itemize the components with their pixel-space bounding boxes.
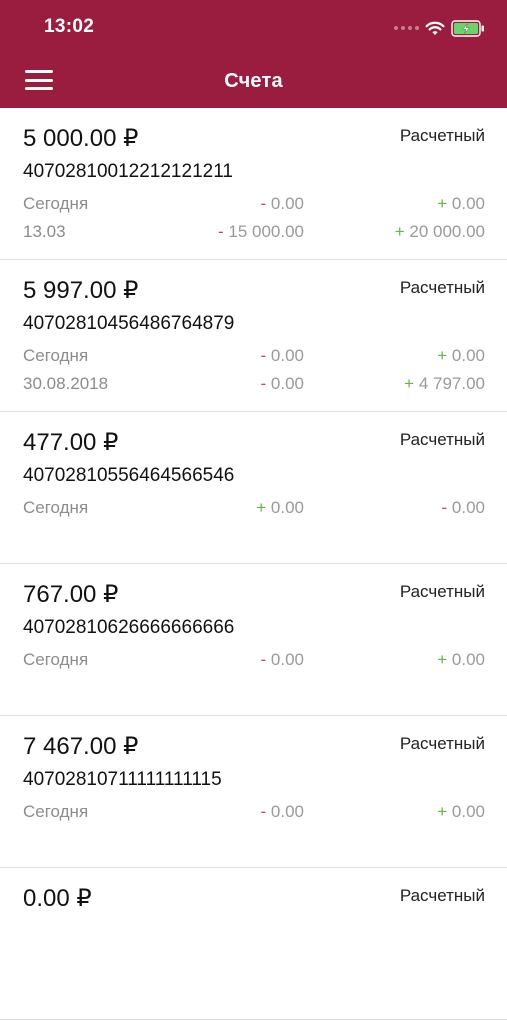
account-number: 40702810012212121211 xyxy=(23,161,233,182)
account-card[interactable]: 767.00 ₽ Расчетный 40702810626666666666 … xyxy=(0,564,507,716)
account-type: Расчетный xyxy=(399,886,485,905)
signal-icon xyxy=(394,26,419,30)
plus-sign: + xyxy=(394,222,405,241)
minus-sign: - xyxy=(260,650,267,669)
account-type: Расчетный xyxy=(399,734,485,753)
plus-sign: + xyxy=(437,194,448,213)
debit-amount: - 0.00 xyxy=(261,346,305,366)
turnover-row: Сегодня - 0.00 + 0.00 xyxy=(0,802,507,826)
debit-value: 0.00 xyxy=(270,374,304,393)
accounts-list: 5 000.00 ₽ Расчетный 4070281001221212121… xyxy=(0,108,507,1020)
battery-charging-icon xyxy=(451,19,485,37)
account-balance: 5 997.00 ₽ xyxy=(23,277,139,304)
credit-amount: + 0.00 xyxy=(437,194,485,214)
credit-amount: + 0.00 xyxy=(437,346,485,366)
credit-value: 4 797.00 xyxy=(418,374,485,393)
credit-value: 20 000.00 xyxy=(409,222,485,241)
credit-amount: + 0.00 xyxy=(437,802,485,822)
turnover-row: Сегодня - 0.00 + 0.00 xyxy=(0,650,507,674)
plus-sign: + xyxy=(404,374,415,393)
account-type: Расчетный xyxy=(399,278,485,297)
debit-amount: - 0.00 xyxy=(261,650,305,670)
turnover-date: Сегодня xyxy=(23,346,89,365)
turnover-row: Сегодня + 0.00 - 0.00 xyxy=(0,498,507,522)
account-card[interactable]: 0.00 ₽ Расчетный xyxy=(0,868,507,1020)
credit-value: 0.00 xyxy=(451,650,485,669)
plus-sign: + xyxy=(256,498,267,517)
account-balance: 0.00 ₽ xyxy=(23,885,92,912)
minus-sign: - xyxy=(217,222,224,241)
credit-amount: + 0.00 xyxy=(437,650,485,670)
account-number: 40702810556464566546 xyxy=(23,465,235,486)
turnover-date: 30.08.2018 xyxy=(23,374,109,393)
credit-value: 0.00 xyxy=(451,802,485,821)
account-type: Расчетный xyxy=(399,430,485,449)
turnover-date: Сегодня xyxy=(23,194,89,213)
minus-sign: - xyxy=(441,498,448,517)
debit-amount: - 15 000.00 xyxy=(218,222,304,242)
account-balance: 477.00 ₽ xyxy=(23,429,119,456)
account-balance: 5 000.00 ₽ xyxy=(23,125,139,152)
credit-value: 0.00 xyxy=(451,498,485,517)
credit-value: 0.00 xyxy=(451,346,485,365)
plus-sign: + xyxy=(437,346,448,365)
account-card[interactable]: 5 000.00 ₽ Расчетный 4070281001221212121… xyxy=(0,108,507,260)
wifi-icon xyxy=(425,21,445,36)
minus-sign: - xyxy=(260,346,267,365)
account-type: Расчетный xyxy=(399,126,485,145)
minus-sign: - xyxy=(260,374,267,393)
credit-amount: - 0.00 xyxy=(442,498,486,518)
debit-value: 15 000.00 xyxy=(228,222,304,241)
turnover-row: 30.08.2018 - 0.00 + 4 797.00 xyxy=(0,374,507,398)
app-header: 13:02 Счета xyxy=(0,0,507,108)
debit-value: 0.00 xyxy=(270,498,304,517)
turnover-row: Сегодня - 0.00 + 0.00 xyxy=(0,346,507,370)
turnover-row: Сегодня - 0.00 + 0.00 xyxy=(0,194,507,218)
credit-value: 0.00 xyxy=(451,194,485,213)
plus-sign: + xyxy=(437,802,448,821)
account-balance: 7 467.00 ₽ xyxy=(23,733,139,760)
account-number: 40702810711111111115 xyxy=(23,769,222,790)
turnover-date: 13.03 xyxy=(23,222,66,241)
page-title: Счета xyxy=(224,70,283,92)
turnover-date: Сегодня xyxy=(23,650,89,669)
debit-value: 0.00 xyxy=(270,194,304,213)
account-card[interactable]: 7 467.00 ₽ Расчетный 4070281071111111111… xyxy=(0,716,507,868)
account-balance: 767.00 ₽ xyxy=(23,581,119,608)
status-indicators xyxy=(394,18,485,38)
debit-value: 0.00 xyxy=(270,650,304,669)
debit-value: 0.00 xyxy=(270,346,304,365)
turnover-row: 13.03 - 15 000.00 + 20 000.00 xyxy=(0,222,507,246)
turnover-date: Сегодня xyxy=(23,498,89,517)
turnover-date: Сегодня xyxy=(23,802,89,821)
credit-amount: + 20 000.00 xyxy=(395,222,485,242)
credit-amount: + 4 797.00 xyxy=(404,374,485,394)
account-card[interactable]: 477.00 ₽ Расчетный 40702810556464566546 … xyxy=(0,412,507,564)
account-card[interactable]: 5 997.00 ₽ Расчетный 4070281045648676487… xyxy=(0,260,507,412)
minus-sign: - xyxy=(260,194,267,213)
account-number: 40702810626666666666 xyxy=(23,617,235,638)
debit-amount: - 0.00 xyxy=(261,802,305,822)
debit-amount: - 0.00 xyxy=(261,194,305,214)
account-type: Расчетный xyxy=(399,582,485,601)
status-time: 13:02 xyxy=(44,16,95,37)
minus-sign: - xyxy=(260,802,267,821)
plus-sign: + xyxy=(437,650,448,669)
account-number: 40702810456486764879 xyxy=(23,313,235,334)
debit-value: 0.00 xyxy=(270,802,304,821)
debit-amount: - 0.00 xyxy=(261,374,305,394)
debit-amount: + 0.00 xyxy=(256,498,304,518)
